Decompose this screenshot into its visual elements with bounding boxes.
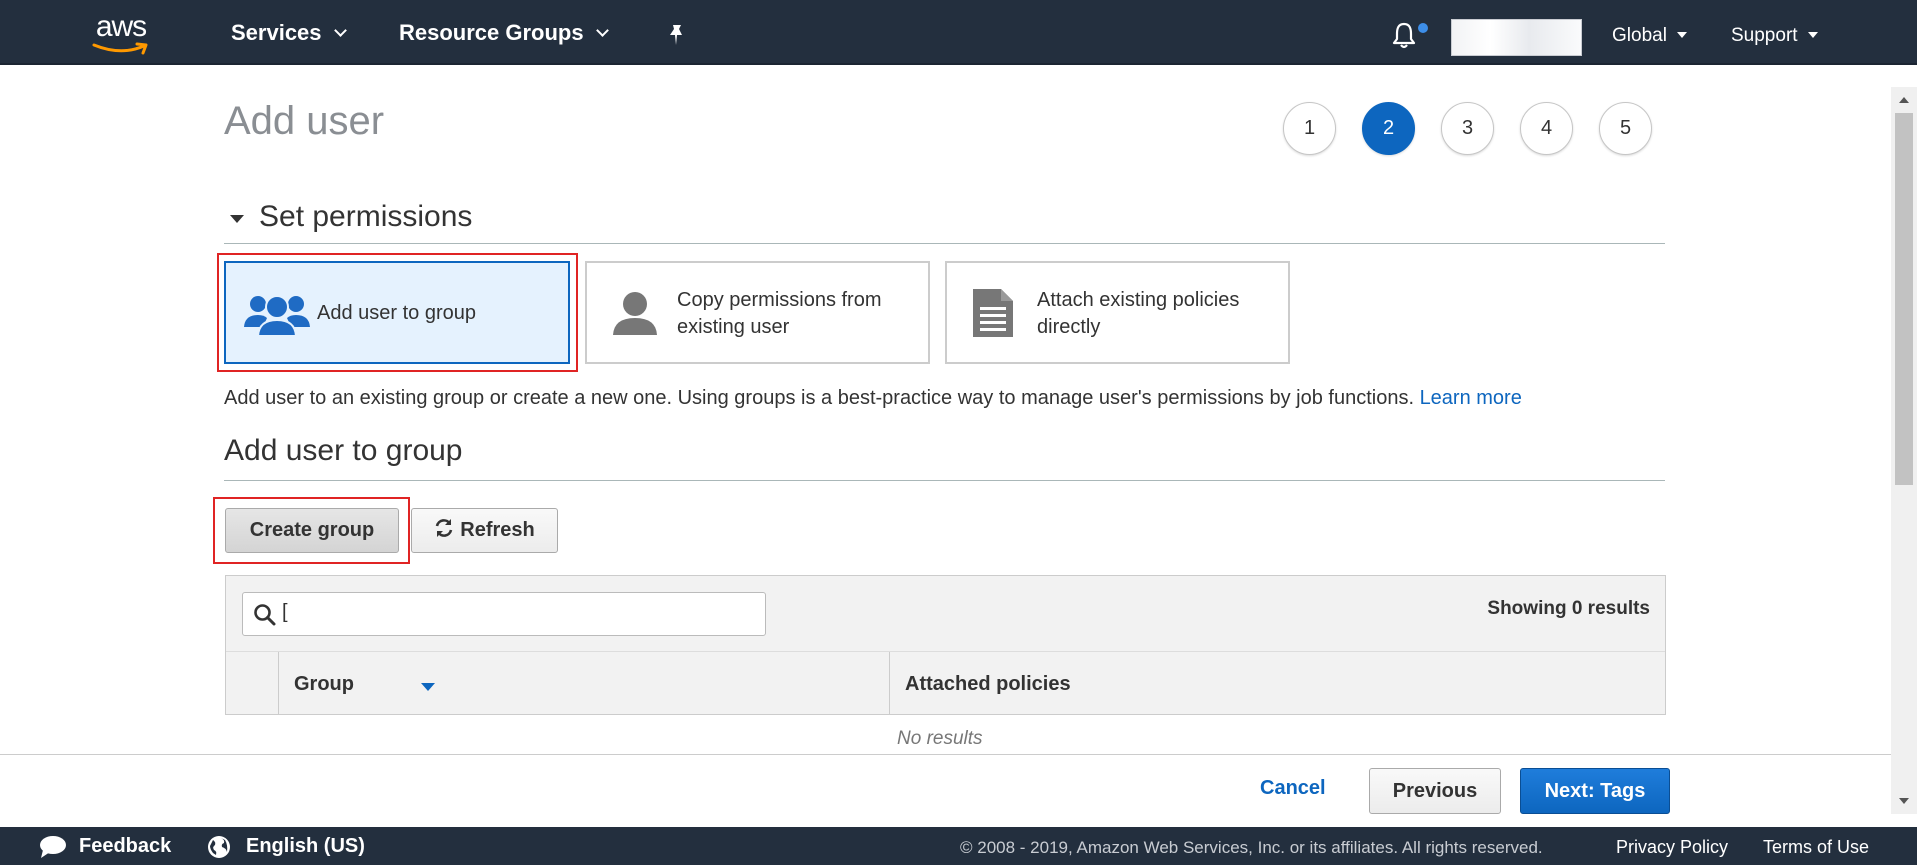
speech-bubble-icon: [40, 836, 66, 858]
main-content: Add user 1 2 3 4 5 Set permissions Add u…: [0, 65, 1891, 754]
region-menu[interactable]: Global: [1612, 24, 1687, 48]
copyright-text: © 2008 - 2019, Amazon Web Services, Inc.…: [960, 838, 1543, 857]
globe-icon: [208, 836, 230, 858]
option-label-line1: Copy permissions from: [677, 289, 882, 311]
set-permissions-header[interactable]: Set permissions: [224, 199, 1665, 244]
privacy-policy-link[interactable]: Privacy Policy: [1616, 837, 1728, 858]
option-label: Add user to group: [317, 302, 476, 324]
table-header-row: Group Attached policies: [226, 652, 1665, 715]
option-add-user-to-group[interactable]: Add user to group: [224, 261, 570, 364]
language-selector[interactable]: English (US): [207, 835, 365, 858]
top-navigation-bar: aws Services Resource Groups Global Supp…: [0, 0, 1917, 65]
chevron-down-icon: [595, 24, 609, 37]
option-attach-policies[interactable]: Attach existing policies directly: [945, 261, 1290, 364]
option-label-line2: directly: [1037, 316, 1101, 338]
step-5[interactable]: 5: [1599, 102, 1652, 155]
scrollbar-thumb[interactable]: [1895, 113, 1913, 485]
learn-more-link[interactable]: Learn more: [1420, 387, 1522, 409]
refresh-icon: [435, 519, 453, 537]
page-scrollbar[interactable]: [1891, 87, 1917, 814]
column-header-group[interactable]: Group: [279, 652, 890, 714]
resource-groups-menu[interactable]: Resource Groups: [399, 19, 609, 47]
option-copy-permissions[interactable]: Copy permissions from existing user: [585, 261, 930, 364]
notifications-bell-icon[interactable]: [1391, 21, 1428, 54]
group-icon: [244, 295, 310, 337]
groups-table: [ Showing 0 results Group Attached polic…: [225, 575, 1666, 715]
terms-of-use-link[interactable]: Terms of Use: [1763, 837, 1869, 858]
option-label-line1: Attach existing policies: [1037, 289, 1240, 311]
permissions-description: Add user to an existing group or create …: [224, 387, 1522, 409]
user-icon: [613, 292, 657, 335]
chevron-down-icon: [333, 24, 347, 37]
refresh-button[interactable]: Refresh: [411, 508, 558, 553]
results-count: Showing 0 results: [1487, 598, 1650, 619]
group-search-input[interactable]: [: [242, 592, 766, 636]
sort-down-icon[interactable]: [421, 683, 435, 691]
no-results-text: No results: [897, 728, 983, 749]
step-4[interactable]: 4: [1520, 102, 1573, 155]
cancel-link[interactable]: Cancel: [1260, 777, 1326, 800]
caret-down-icon: [1807, 32, 1818, 38]
select-column-header: [226, 652, 279, 714]
wizard-action-bar: Cancel Previous Next: Tags: [0, 754, 1891, 827]
scroll-down-arrow-icon[interactable]: [1899, 798, 1909, 804]
table-toolbar: [ Showing 0 results: [226, 576, 1665, 652]
notification-dot: [1418, 23, 1428, 33]
add-user-to-group-header: Add user to group: [224, 433, 1665, 481]
column-header-attached-policies[interactable]: Attached policies: [890, 652, 1665, 714]
next-tags-button[interactable]: Next: Tags: [1520, 768, 1670, 814]
option-label-line2: existing user: [677, 316, 790, 338]
account-menu[interactable]: [1451, 19, 1582, 56]
page-title: Add user: [224, 99, 385, 143]
search-input-value: [: [282, 601, 288, 623]
previous-button[interactable]: Previous: [1369, 768, 1501, 814]
add-user-to-group-title: Add user to group: [224, 434, 463, 467]
aws-smile-icon: [92, 42, 148, 55]
set-permissions-title: Set permissions: [259, 200, 473, 233]
search-icon: [254, 604, 276, 626]
support-menu[interactable]: Support: [1731, 24, 1818, 48]
aws-logo[interactable]: aws: [86, 12, 156, 56]
pin-icon[interactable]: [666, 24, 686, 51]
document-icon: [973, 289, 1013, 337]
caret-down-icon: [230, 215, 244, 223]
create-group-button[interactable]: Create group: [225, 508, 399, 553]
step-2-active[interactable]: 2: [1362, 102, 1415, 155]
caret-down-icon: [1676, 32, 1687, 38]
scroll-up-arrow-icon[interactable]: [1899, 97, 1909, 103]
step-1[interactable]: 1: [1283, 102, 1336, 155]
feedback-link[interactable]: Feedback: [39, 835, 171, 858]
step-3[interactable]: 3: [1441, 102, 1494, 155]
footer: Feedback English (US) © 2008 - 2019, Ama…: [0, 827, 1917, 865]
services-menu[interactable]: Services: [231, 19, 347, 47]
aws-logo-text: aws: [95, 10, 147, 43]
